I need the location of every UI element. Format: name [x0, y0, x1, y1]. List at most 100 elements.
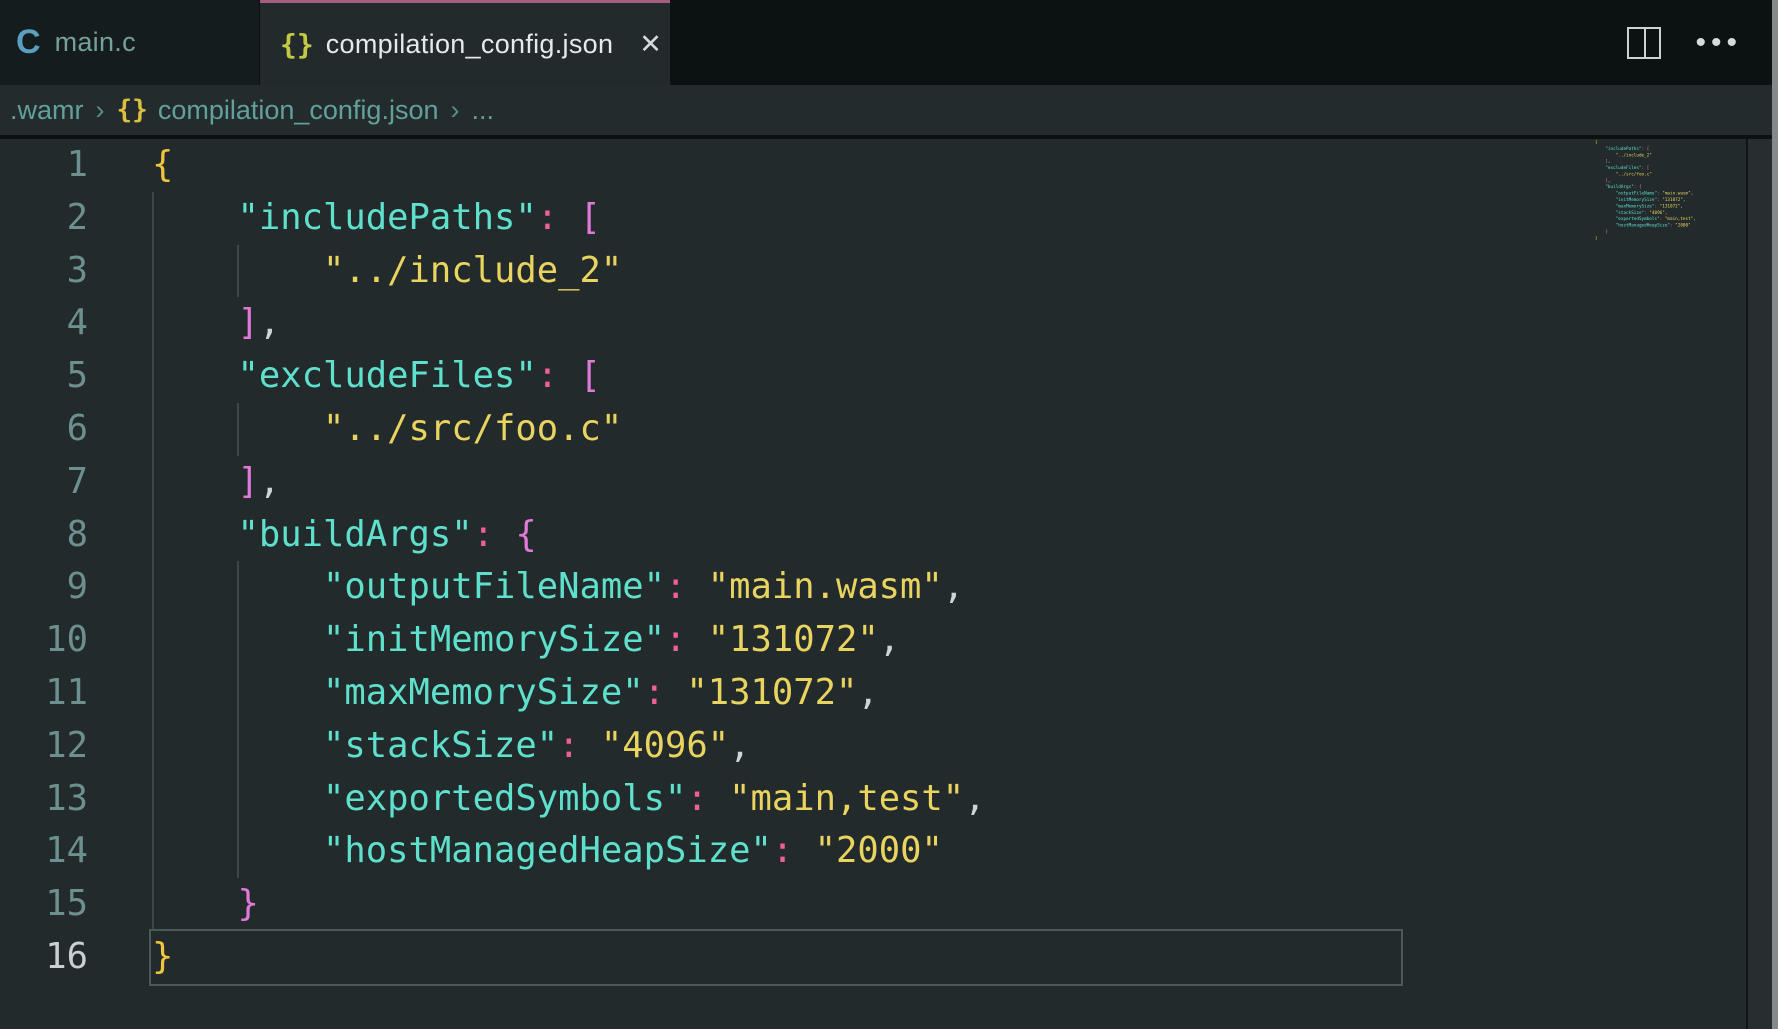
code-line[interactable]: {	[152, 139, 986, 192]
line-number[interactable]: 16	[0, 931, 88, 984]
line-number[interactable]: 9	[0, 561, 88, 614]
line-number[interactable]: 7	[0, 456, 88, 509]
code-token	[793, 830, 814, 871]
code-token: ,	[943, 566, 964, 607]
code-line[interactable]: "includePaths": [	[152, 192, 986, 245]
breadcrumb-folder[interactable]: .wamr	[10, 95, 84, 126]
tab-compilation-config-json[interactable]: {} compilation_config.json ✕	[260, 0, 670, 85]
code-token: "main.wasm"	[708, 566, 943, 607]
code-line[interactable]: "excludeFiles": [	[152, 350, 986, 403]
code-line[interactable]: "../include_2"	[152, 245, 986, 298]
code-token: "outputFileName"	[1616, 191, 1657, 196]
code-line[interactable]: "exportedSymbols": "main,test",	[152, 773, 986, 826]
code-token: "initMemorySize"	[1616, 197, 1657, 202]
code-token: "includePaths"	[1605, 146, 1641, 151]
code-token	[1595, 172, 1616, 177]
code-line[interactable]: "buildArgs": {	[152, 509, 986, 562]
code-token	[708, 778, 729, 819]
code-line[interactable]: ],	[152, 456, 986, 509]
code-token: :	[537, 355, 558, 396]
code-token	[1595, 146, 1605, 151]
code-line[interactable]: "outputFileName": "main.wasm",	[152, 561, 986, 614]
code-token	[494, 514, 515, 555]
minimap[interactable]: { "includePaths": [ "../include_2" ], "e…	[1595, 139, 1745, 1029]
code-token: "4096"	[601, 725, 729, 766]
code-editor[interactable]: 12345678910111213141516 { "includePaths"…	[0, 139, 1778, 1029]
code-token	[152, 461, 238, 502]
vscode-window: C main.c {} compilation_config.json ✕ ••…	[0, 0, 1778, 1029]
minimap-line: }	[1595, 235, 1745, 241]
code-token: {	[515, 514, 536, 555]
split-editor-icon[interactable]	[1627, 27, 1661, 59]
code-token: }	[1605, 229, 1608, 234]
line-number[interactable]: 14	[0, 825, 88, 878]
code-token	[579, 725, 600, 766]
code-token: "excludeFiles"	[238, 355, 537, 396]
line-number[interactable]: 13	[0, 773, 88, 826]
code-token: ,	[259, 461, 280, 502]
code-token: "131072"	[1660, 203, 1681, 208]
code-token	[1595, 178, 1605, 183]
line-number[interactable]: 15	[0, 878, 88, 931]
code-line[interactable]: "../src/foo.c"	[152, 403, 986, 456]
breadcrumb-file[interactable]: compilation_config.json	[158, 95, 439, 126]
code-token: ,	[857, 672, 878, 713]
code-token	[1595, 165, 1605, 170]
code-token: ,	[1683, 197, 1686, 202]
code-line[interactable]: }	[152, 878, 986, 931]
line-number[interactable]: 10	[0, 614, 88, 667]
code-token: {	[1639, 184, 1642, 189]
code-token: "excludeFiles"	[1605, 165, 1641, 170]
code-token: "2000"	[815, 830, 943, 871]
code-token: "../include_2"	[1616, 152, 1652, 157]
code-token: "131072"	[686, 672, 857, 713]
line-number[interactable]: 2	[0, 192, 88, 245]
code-token: :	[772, 830, 793, 871]
code-token	[1595, 159, 1605, 164]
line-number[interactable]: 12	[0, 720, 88, 773]
code-token	[152, 355, 238, 396]
code-token: "../src/foo.c"	[323, 408, 622, 449]
code-token	[152, 672, 323, 713]
code-token: "hostManagedHeapSize"	[1616, 223, 1670, 228]
tab-main-c[interactable]: C main.c	[0, 0, 260, 85]
line-number[interactable]: 1	[0, 139, 88, 192]
code-token: "exportedSymbols"	[1616, 216, 1660, 221]
code-token: :	[686, 778, 707, 819]
breadcrumb-symbol-tail[interactable]: ...	[471, 95, 494, 126]
editor-actions: •••	[1627, 0, 1742, 85]
code-token: ,	[1608, 178, 1611, 183]
line-number[interactable]: 3	[0, 245, 88, 298]
line-number[interactable]: 8	[0, 509, 88, 562]
more-actions-icon[interactable]: •••	[1695, 0, 1742, 85]
code-token: "131072"	[1662, 197, 1683, 202]
outer-scrollbar[interactable]	[1772, 0, 1778, 1029]
code-content[interactable]: { "includePaths": [ "../include_2" ], "e…	[152, 139, 986, 984]
line-number[interactable]: 6	[0, 403, 88, 456]
code-line[interactable]: }	[152, 931, 986, 984]
code-token: "outputFileName"	[323, 566, 665, 607]
line-number[interactable]: 4	[0, 297, 88, 350]
line-number-gutter: 12345678910111213141516	[0, 139, 88, 984]
code-token: "buildArgs"	[238, 514, 473, 555]
code-token: "stackSize"	[1616, 210, 1644, 215]
code-line[interactable]: "stackSize": "4096",	[152, 720, 986, 773]
line-number[interactable]: 11	[0, 667, 88, 720]
close-icon[interactable]: ✕	[639, 29, 662, 60]
chevron-right-icon: ›	[96, 95, 105, 126]
code-line[interactable]: "hostManagedHeapSize": "2000"	[152, 825, 986, 878]
code-token	[1595, 184, 1605, 189]
code-line[interactable]: "maxMemorySize": "131072",	[152, 667, 986, 720]
editor-scrollbar[interactable]	[1748, 139, 1772, 1029]
code-token	[1595, 197, 1616, 202]
code-token: :	[665, 566, 686, 607]
line-number[interactable]: 5	[0, 350, 88, 403]
code-token: :	[537, 197, 558, 238]
code-token: "main.wasm"	[1662, 191, 1690, 196]
code-line[interactable]: "initMemorySize": "131072",	[152, 614, 986, 667]
code-token	[1595, 203, 1616, 208]
code-token	[686, 619, 707, 660]
code-token: :	[558, 725, 579, 766]
code-line[interactable]: ],	[152, 297, 986, 350]
code-token	[665, 672, 686, 713]
